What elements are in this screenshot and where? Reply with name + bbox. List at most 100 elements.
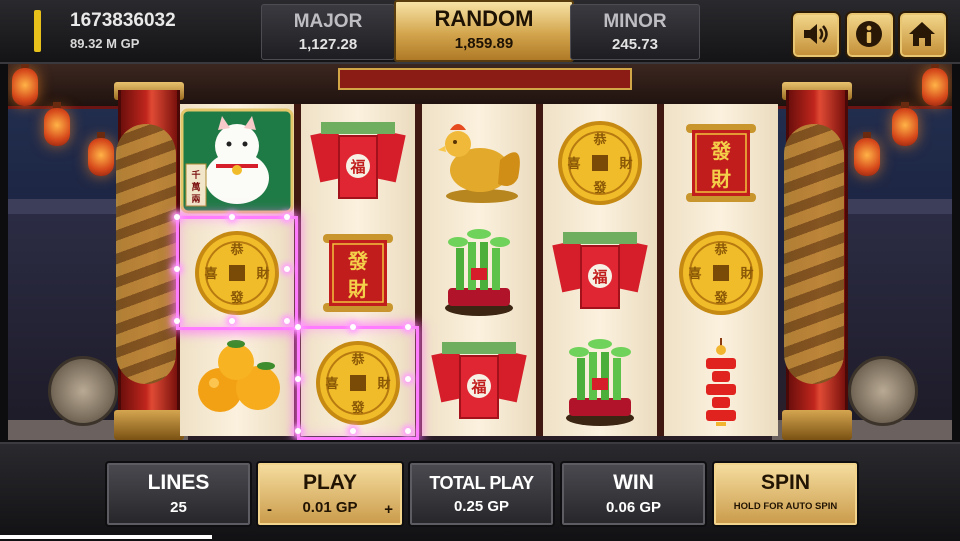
lantern-icon <box>88 132 114 176</box>
spin-label: SPIN <box>760 471 810 494</box>
sparkle-icon <box>350 428 356 434</box>
svg-text:兩: 兩 <box>191 194 200 205</box>
lantern-icon <box>922 64 948 106</box>
player-id: 1673836032 <box>70 10 176 31</box>
sparkle-icon <box>295 376 301 382</box>
win-label: WIN <box>613 471 654 494</box>
mandarin-oranges-icon <box>198 340 280 412</box>
lines-value: 25 <box>170 499 187 516</box>
dragon-right-icon <box>784 124 844 384</box>
winning-symbol-highlight <box>297 326 419 440</box>
win-display: WIN 0.06 GP <box>560 461 707 527</box>
lantern-icon <box>892 102 918 146</box>
sparkle-icon <box>405 376 411 382</box>
reel-cell <box>543 328 657 438</box>
sparkle-icon <box>174 214 180 220</box>
lantern-icon <box>854 132 880 176</box>
sparkle-icon <box>174 266 180 272</box>
jackpot-minor-label: MINOR <box>603 11 667 32</box>
player-balance: 89.32 M GP <box>70 36 140 51</box>
svg-text:喜: 喜 <box>567 156 580 172</box>
pillar-base-left <box>114 410 184 440</box>
reel-cell: 發財 <box>664 108 778 218</box>
red-envelopes-icon: 福 <box>552 232 648 309</box>
svg-text:喜: 喜 <box>688 266 701 282</box>
home-button[interactable] <box>898 11 948 59</box>
svg-text:千: 千 <box>191 169 200 181</box>
reel-cell: 千萬兩 <box>180 108 294 218</box>
reel-cell: 恭喜 財發 <box>543 108 657 218</box>
svg-text:發: 發 <box>713 290 727 306</box>
svg-text:福: 福 <box>470 378 486 396</box>
bet-increase-button[interactable]: + <box>384 501 393 518</box>
info-button[interactable] <box>845 11 895 59</box>
reel-cell <box>664 328 778 438</box>
play-label: PLAY <box>302 471 358 494</box>
play-value: 0.01 GP <box>302 499 358 516</box>
red-envelopes-icon: 福 <box>310 122 406 199</box>
jackpot-random-value: 1,859.89 <box>454 35 514 52</box>
svg-text:福: 福 <box>591 268 607 286</box>
reel-3: 福 <box>422 104 536 436</box>
stone-drum-left <box>48 356 118 426</box>
reel-cell: 發財 <box>301 218 415 328</box>
speaker-icon <box>804 24 828 44</box>
lucky-bamboo-icon <box>566 339 634 426</box>
lines-button[interactable]: LINES 25 <box>105 461 252 527</box>
reel-cell: 福 <box>301 108 415 218</box>
game-scene: 千萬兩 恭喜 財發 福 發財 恭 喜 財 發 福 恭 喜 財 發 福 發 財 恭… <box>8 64 952 440</box>
svg-text:發: 發 <box>347 249 368 273</box>
sound-button[interactable] <box>791 11 841 59</box>
top-bar: 1673836032 89.32 M GP MAJOR 1,127.28 RAN… <box>0 0 960 64</box>
total-play-label: TOTAL PLAY <box>429 473 534 493</box>
lantern-icon <box>44 102 70 146</box>
lantern-icon <box>12 64 38 106</box>
sparkle-icon <box>350 324 356 330</box>
jackpot-minor: MINOR 245.73 <box>570 4 700 60</box>
svg-text:萬: 萬 <box>191 181 200 193</box>
jackpot-random-label: RANDOM <box>434 6 534 31</box>
spin-hint: HOLD FOR AUTO SPIN <box>733 501 838 512</box>
jackpot-random: RANDOM 1,859.89 <box>394 0 574 62</box>
svg-text:財: 財 <box>711 167 731 191</box>
svg-text:發: 發 <box>592 180 606 196</box>
jackpot-major-value: 1,127.28 <box>298 36 358 53</box>
home-icon <box>909 22 935 46</box>
svg-text:財: 財 <box>348 277 368 301</box>
sparkle-icon <box>405 324 411 330</box>
sparkle-icon <box>405 428 411 434</box>
loading-progress-bar <box>0 535 212 539</box>
play-bet-control: PLAY 0.01 GP - + <box>256 461 404 527</box>
sparkle-icon <box>229 318 235 324</box>
jackpot-minor-value: 245.73 <box>612 36 658 53</box>
roof-ornament <box>338 68 632 90</box>
control-bar: LINES 25 PLAY 0.01 GP - + TOTAL PLAY 0.2… <box>0 442 960 541</box>
slot-reels: 千萬兩 恭喜 財發 福 發財 恭 喜 財 發 福 恭 喜 財 發 福 發 財 恭… <box>174 104 780 440</box>
gold-coin-icon: 恭喜 財發 <box>558 121 642 205</box>
lucky-cat-icon: 千萬兩 <box>180 108 294 214</box>
pillar-base-right <box>782 410 852 440</box>
bet-decrease-button[interactable]: - <box>267 501 272 518</box>
golden-rooster-icon <box>438 124 520 203</box>
reel-cell <box>422 108 536 218</box>
reel-cell <box>180 328 294 438</box>
sparkle-icon <box>284 214 290 220</box>
sparkle-icon <box>295 324 301 330</box>
reel-cell: 恭喜 財發 <box>664 218 778 328</box>
reel-cell: 福 <box>422 328 536 438</box>
gold-coin-icon: 恭喜 財發 <box>679 231 763 315</box>
lines-label: LINES <box>147 471 210 494</box>
sparkle-icon <box>284 266 290 272</box>
svg-text:財: 財 <box>618 156 632 172</box>
fortune-scroll-icon: 發財 <box>323 234 393 312</box>
svg-text:恭: 恭 <box>713 242 728 258</box>
firecrackers-icon <box>706 338 736 426</box>
sparkle-icon <box>174 318 180 324</box>
win-value: 0.06 GP <box>605 499 662 516</box>
total-play-display: TOTAL PLAY 0.25 GP <box>408 461 555 527</box>
info-icon <box>856 21 882 47</box>
spin-button[interactable]: SPIN HOLD FOR AUTO SPIN <box>712 461 859 527</box>
svg-text:財: 財 <box>739 266 753 282</box>
fortune-scroll-icon: 發財 <box>686 124 756 202</box>
svg-text:發: 發 <box>710 139 731 163</box>
